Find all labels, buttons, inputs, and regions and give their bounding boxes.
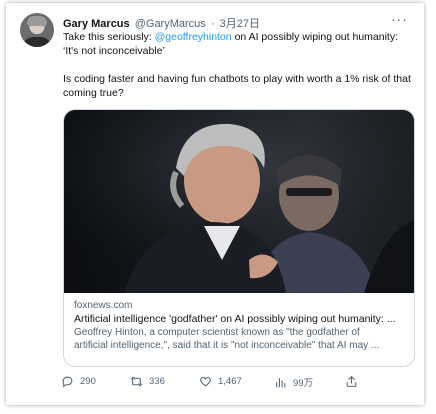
share-icon bbox=[346, 376, 357, 387]
retweet-button[interactable]: 336 bbox=[130, 375, 165, 388]
retweet-count: 336 bbox=[149, 376, 165, 387]
tweet-actions: 290 336 1,467 99万 bbox=[61, 375, 361, 393]
like-count: 1,467 bbox=[218, 376, 242, 387]
link-card[interactable]: foxnews.com Artificial intelligence 'god… bbox=[63, 109, 415, 367]
card-description-line-1: Geoffrey Hinton, a computer scientist kn… bbox=[74, 327, 360, 338]
card-title: Artificial intelligence 'godfather' on A… bbox=[74, 313, 396, 325]
reply-count: 290 bbox=[80, 376, 96, 387]
card-description-line-2: artificial intelligence,", said that it … bbox=[74, 340, 380, 351]
reply-icon bbox=[62, 376, 73, 388]
tweet-container: Gary Marcus @GaryMarcus · 3月27日 ··· Take… bbox=[6, 3, 424, 405]
reply-button[interactable]: 290 bbox=[61, 375, 96, 388]
author-name[interactable]: Gary Marcus bbox=[63, 18, 130, 30]
tweet-header: Gary Marcus @GaryMarcus · 3月27日 bbox=[63, 15, 260, 31]
share-button[interactable] bbox=[345, 375, 358, 388]
card-body: foxnews.com Artificial intelligence 'god… bbox=[64, 293, 414, 352]
views-button[interactable]: 99万 bbox=[274, 375, 313, 389]
card-domain: foxnews.com bbox=[74, 300, 133, 311]
views-icon bbox=[276, 377, 286, 387]
card-image bbox=[64, 110, 414, 293]
header-separator: · bbox=[210, 18, 215, 30]
more-icon[interactable]: ··· bbox=[391, 11, 408, 27]
avatar-hair bbox=[27, 16, 47, 26]
tweet-text-part1: Take this seriously: bbox=[63, 31, 155, 43]
avatar-shirt bbox=[23, 37, 51, 47]
tweet-paragraph-1: Take this seriously: @geoffreyhinton on … bbox=[63, 30, 415, 58]
like-button[interactable]: 1,467 bbox=[199, 375, 242, 388]
mention-link[interactable]: @geoffreyhinton bbox=[155, 31, 232, 43]
author-handle[interactable]: @GaryMarcus bbox=[135, 18, 206, 30]
retweet-icon bbox=[131, 376, 142, 387]
views-count: 99万 bbox=[293, 378, 314, 389]
avatar[interactable] bbox=[20, 13, 54, 47]
tweet-text: Take this seriously: @geoffreyhinton on … bbox=[63, 30, 415, 100]
tweet-date[interactable]: 3月27日 bbox=[220, 18, 260, 30]
like-icon bbox=[200, 377, 211, 387]
tweet-paragraph-2: Is coding faster and having fun chatbots… bbox=[63, 73, 411, 99]
card-photo-illustration bbox=[64, 110, 414, 293]
